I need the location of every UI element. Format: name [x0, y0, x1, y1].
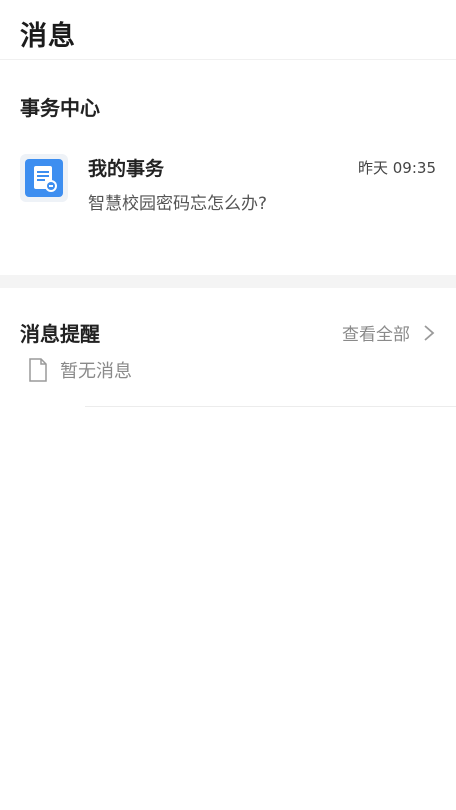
- view-all-link[interactable]: 查看全部: [342, 320, 436, 345]
- notices-header: 消息提醒 查看全部: [20, 318, 436, 347]
- notices-section: 消息提醒 查看全部 暂无消息: [0, 288, 456, 408]
- messages-page: 消息 事务中心 我的事务 昨天 09:35 智慧校园密码忘怎么办? 消息提醒 查…: [0, 0, 456, 810]
- file-icon: [29, 358, 47, 382]
- view-all-label: 查看全部: [342, 325, 410, 345]
- notice-divider: [85, 406, 456, 407]
- affair-name: 我的事务: [88, 158, 165, 180]
- affair-time: 昨天 09:35: [358, 159, 436, 177]
- affair-row: 我的事务 昨天 09:35: [88, 154, 436, 181]
- page-header: 消息: [0, 0, 456, 60]
- my-affairs-item[interactable]: 我的事务 昨天 09:35 智慧校园密码忘怎么办?: [20, 154, 436, 214]
- empty-state: 暂无消息: [20, 357, 436, 383]
- page-title: 消息: [20, 21, 76, 52]
- affair-description: 智慧校园密码忘怎么办?: [88, 194, 268, 214]
- document-icon: [20, 154, 68, 202]
- section-divider: [0, 275, 456, 288]
- affairs-section-title: 事务中心: [20, 96, 100, 120]
- affair-text: 我的事务 昨天 09:35 智慧校园密码忘怎么办?: [88, 154, 436, 214]
- empty-message: 暂无消息: [60, 361, 132, 382]
- notices-section-title: 消息提醒: [20, 322, 100, 346]
- affairs-section: 事务中心 我的事务 昨天 09:35 智慧校园密码忘怎么办?: [0, 60, 456, 275]
- chevron-right-icon: [424, 324, 435, 341]
